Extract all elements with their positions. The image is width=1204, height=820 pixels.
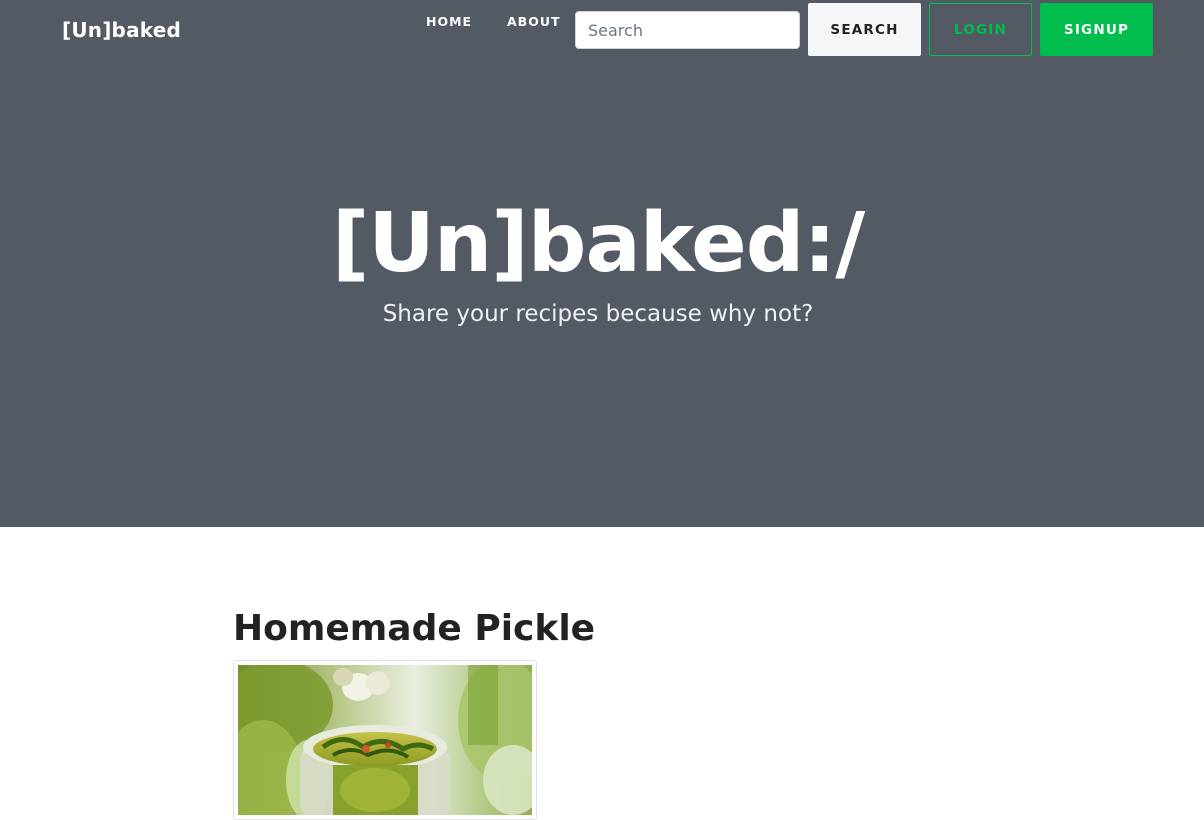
hero-section: [Un]baked HOME ABOUT SEARCH LOGIN SIGNUP…	[0, 0, 1204, 527]
search-input[interactable]	[575, 11, 800, 49]
hero-title: [Un]baked:/	[331, 196, 865, 291]
login-button[interactable]: LOGIN	[929, 3, 1032, 56]
recipe-card[interactable]	[233, 660, 537, 820]
pickle-jar-image[interactable]	[238, 665, 532, 815]
signup-button[interactable]: SIGNUP	[1040, 3, 1153, 56]
nav-about-link[interactable]: ABOUT	[507, 13, 561, 31]
brand-logo-link[interactable]: [Un]baked	[62, 17, 181, 43]
recipe-title[interactable]: Homemade Pickle	[233, 604, 595, 654]
search-button[interactable]: SEARCH	[808, 3, 921, 56]
hero-subtitle: Share your recipes because why not?	[382, 301, 814, 327]
nav-home-link[interactable]: HOME	[426, 13, 472, 31]
